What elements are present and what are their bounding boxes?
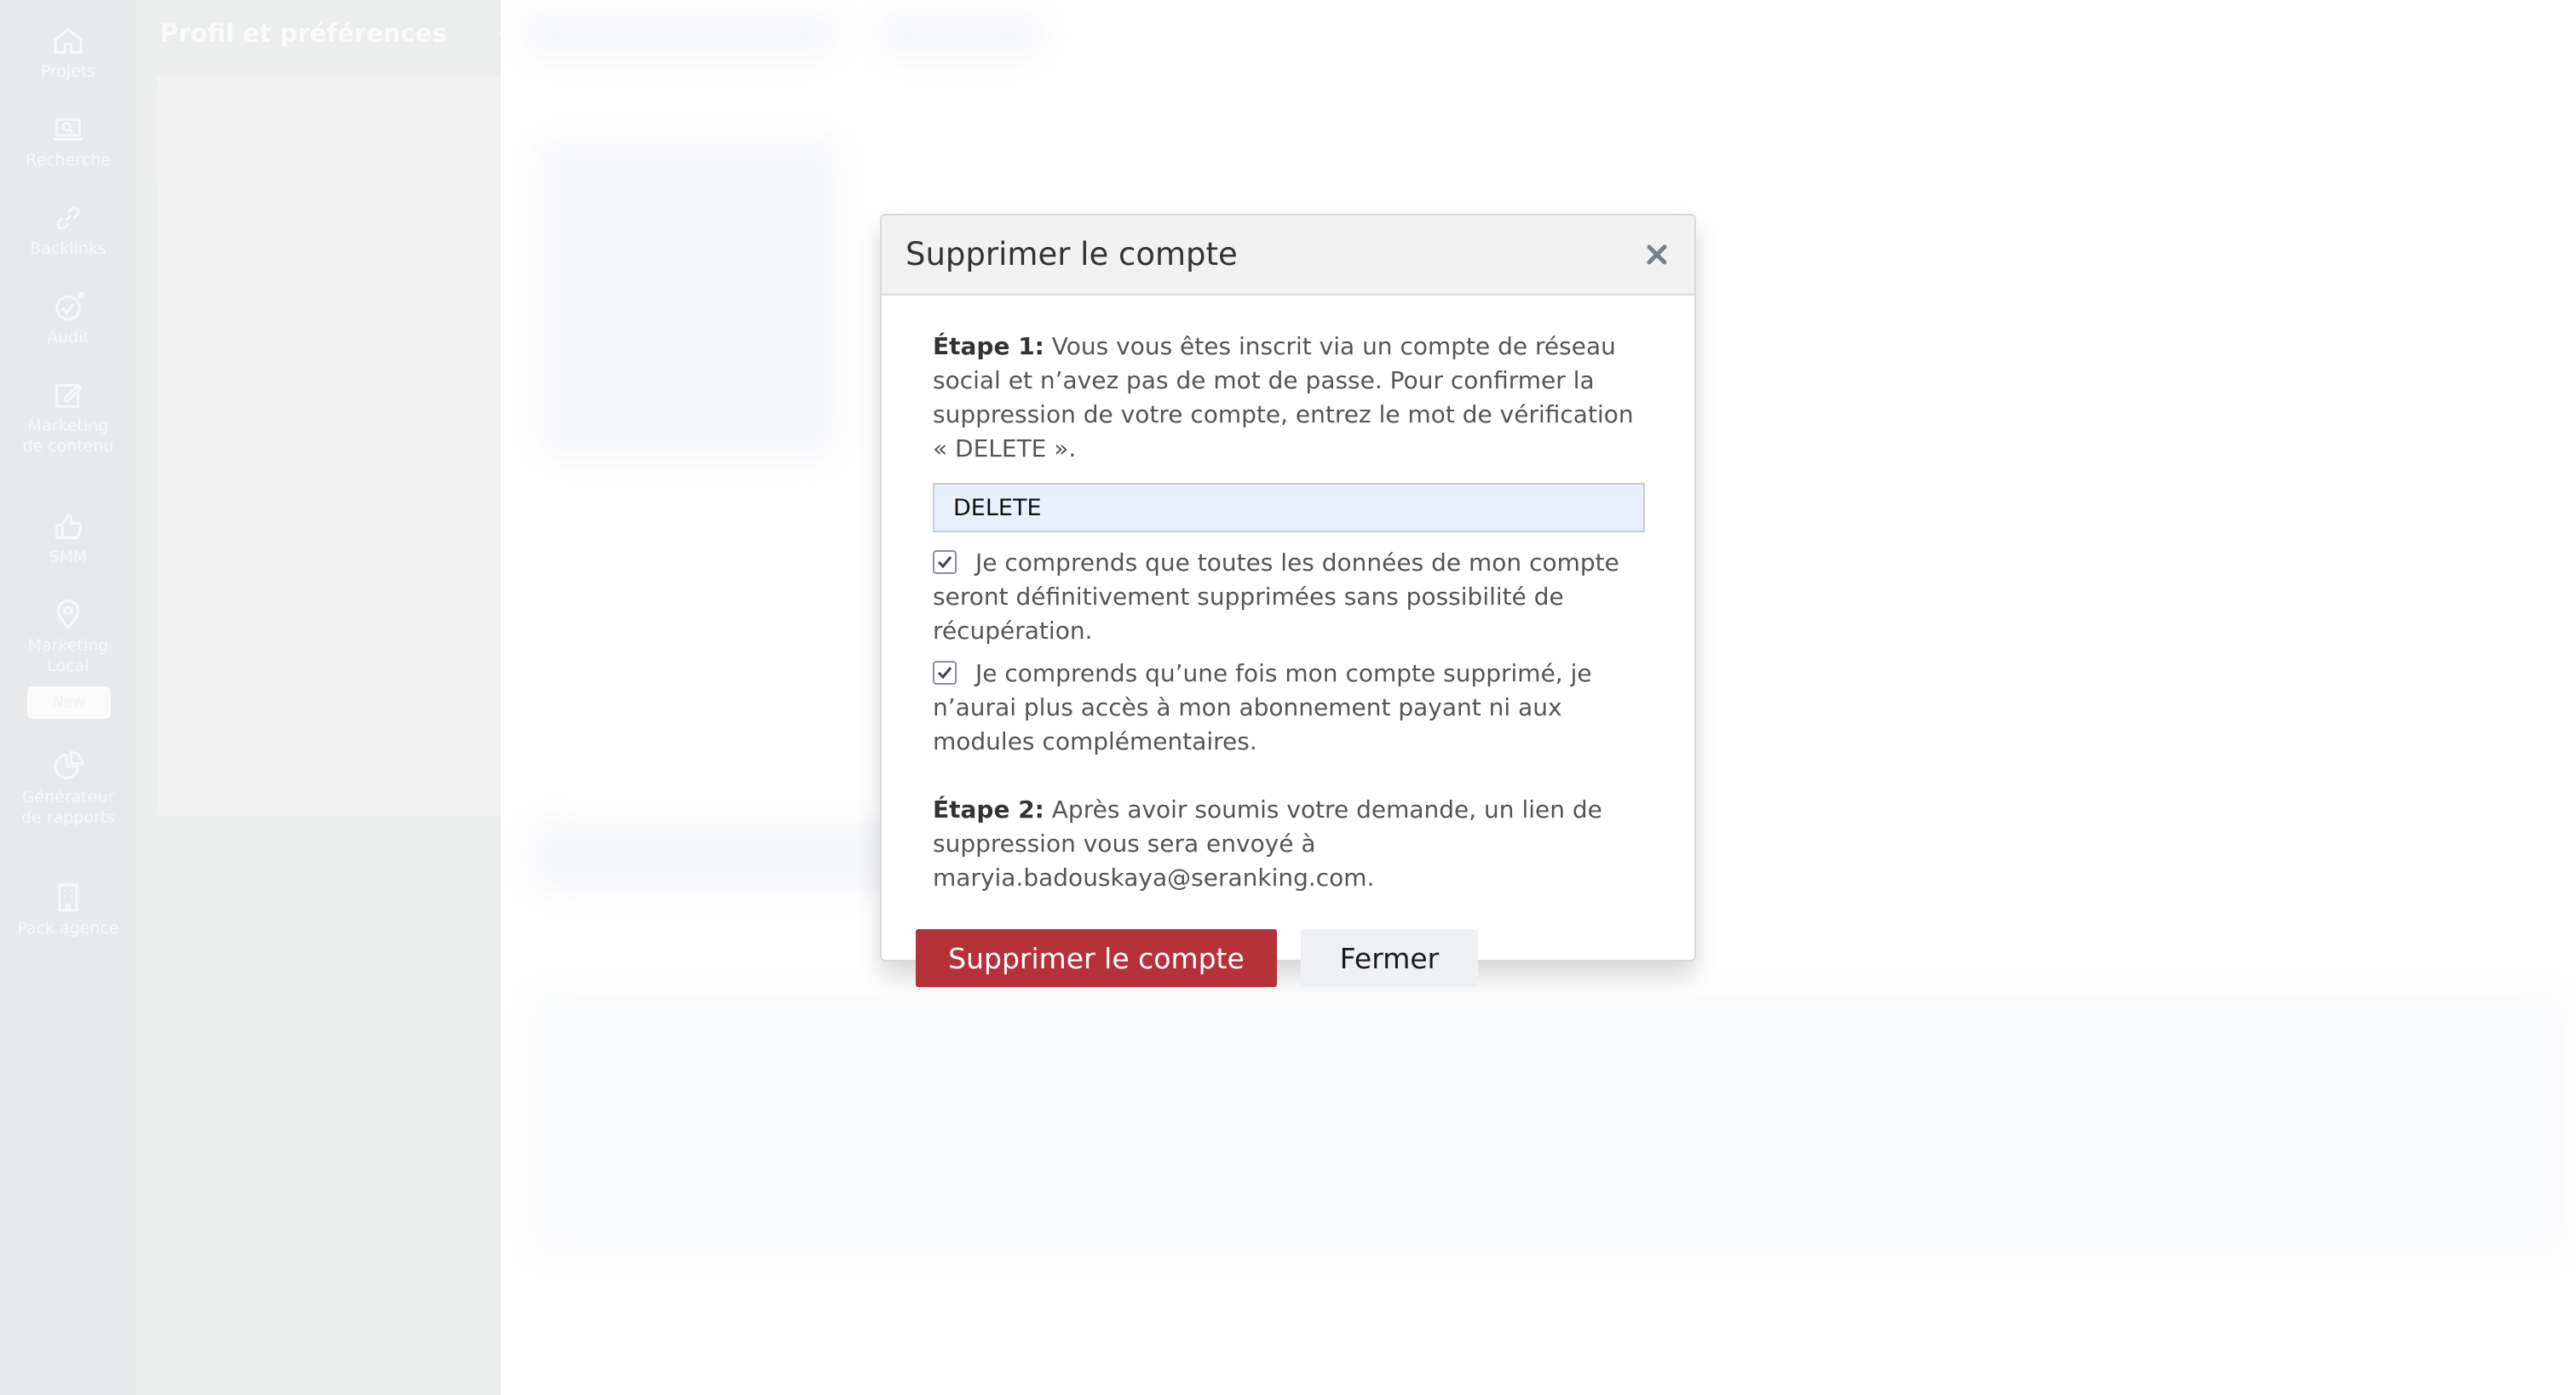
rail-item-recherche[interactable]: Recherche xyxy=(0,112,136,170)
home-icon xyxy=(51,24,85,58)
blurred-block xyxy=(526,988,2571,1260)
rail-label: Audit xyxy=(47,328,89,347)
confirm-subscription-loss-row: Je comprends qu’une fois mon compte supp… xyxy=(933,657,1645,759)
rail-item-backlinks[interactable]: Backlinks xyxy=(0,201,136,259)
dialog-body: Étape 1: Vous vous êtes inscrit via un c… xyxy=(916,330,1645,989)
check-circle-icon xyxy=(51,290,85,324)
dialog-header: Supprimer le compte xyxy=(882,215,1694,296)
checkbox-label: Je comprends que toutes les données de m… xyxy=(933,548,1619,645)
search-laptop-icon xyxy=(51,112,85,146)
blurred-block xyxy=(518,9,842,60)
confirm-data-loss-row: Je comprends que toutes les données de m… xyxy=(933,546,1645,648)
confirm-subscription-loss-checkbox[interactable] xyxy=(933,661,957,685)
rail-label: Backlinks xyxy=(30,239,106,258)
edit-icon xyxy=(51,378,85,412)
rail-label: Marketing Local xyxy=(27,636,109,675)
rail-label: SMM xyxy=(49,548,88,566)
rail-item-marketing-local[interactable]: Marketing Local xyxy=(0,598,136,676)
delete-confirmation-input[interactable] xyxy=(933,483,1645,532)
blurred-block xyxy=(526,818,918,894)
rail-label: Marketing de contenu xyxy=(22,416,114,456)
confirm-data-loss-checkbox[interactable] xyxy=(933,550,957,574)
new-badge: New xyxy=(27,686,111,719)
step2-text: Étape 2: Après avoir soumis votre demand… xyxy=(933,793,1645,895)
rail-label: Pack agence xyxy=(17,919,119,938)
delete-account-dialog: Supprimer le compte Étape 1: Vous vous ê… xyxy=(880,214,1696,987)
checkbox-label: Je comprends qu’une fois mon compte supp… xyxy=(933,659,1592,755)
pie-chart-icon xyxy=(51,749,85,784)
blurred-block xyxy=(876,9,1046,60)
divider xyxy=(153,94,155,179)
rail-item-marketing-contenu[interactable]: Marketing de contenu xyxy=(0,378,136,456)
building-icon xyxy=(51,881,85,915)
step2-label: Étape 2: xyxy=(933,795,1044,824)
thumbs-up-icon xyxy=(51,509,85,543)
sidebar-content xyxy=(157,75,501,816)
rail-item-projets[interactable]: Projets xyxy=(0,24,136,82)
rail-item-pack-agence[interactable]: Pack agence xyxy=(0,881,136,939)
rail-item-smm[interactable]: SMM xyxy=(0,509,136,567)
sidebar-title: Profil et préférences xyxy=(160,19,447,48)
step1-text: Étape 1: Vous vous êtes inscrit via un c… xyxy=(933,330,1645,466)
close-button[interactable]: Fermer xyxy=(1301,929,1478,987)
dialog-title: Supprimer le compte xyxy=(906,236,1238,273)
nav-rail: Projets Recherche Backlinks Audit Market… xyxy=(0,0,136,1395)
rail-label: Générateur de rapports xyxy=(20,788,116,827)
blurred-block xyxy=(535,136,842,460)
close-icon[interactable] xyxy=(1645,243,1669,267)
map-pin-icon xyxy=(51,598,85,632)
rail-item-audit[interactable]: Audit xyxy=(0,290,136,347)
rail-label: Projets xyxy=(40,62,96,81)
rail-label: Recherche xyxy=(26,151,111,169)
step1-label: Étape 1: xyxy=(933,332,1044,360)
dialog-actions: Supprimer le compte Fermer xyxy=(916,929,1645,989)
rail-item-generateur-rapports[interactable]: Générateur de rapports xyxy=(0,749,136,828)
profile-sidebar: Profil et préférences ‹ xyxy=(136,0,506,1395)
delete-account-button[interactable]: Supprimer le compte xyxy=(916,929,1277,987)
link-icon xyxy=(51,201,85,235)
